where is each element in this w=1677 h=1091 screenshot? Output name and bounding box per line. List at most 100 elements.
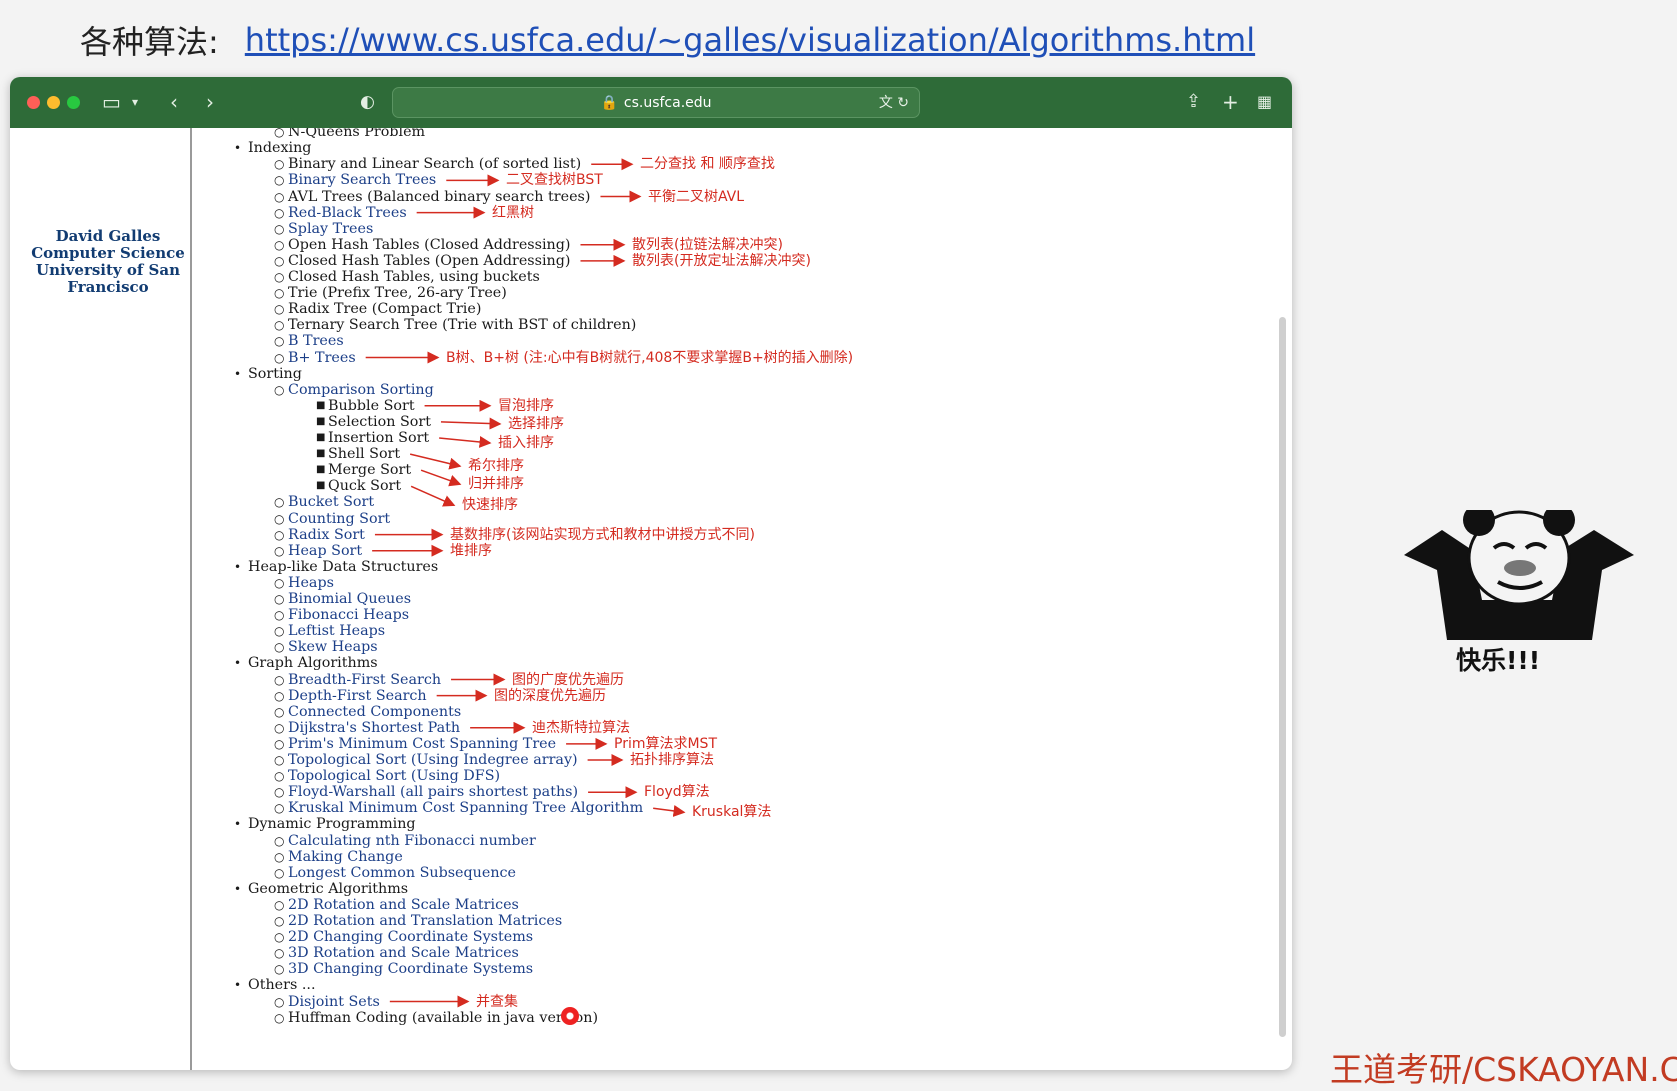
list-item-label: N-Queens Problem: [288, 128, 426, 141]
list-item-label[interactable]: 3D Rotation and Scale Matrices: [288, 945, 519, 961]
list-item[interactable]: ○ B+ Trees: [274, 350, 356, 366]
list-item[interactable]: ○ Skew Heaps: [274, 639, 378, 655]
list-item-label[interactable]: Calculating nth Fibonacci number: [288, 833, 536, 849]
list-item[interactable]: ○ Breadth-First Search: [274, 672, 441, 688]
section-heading: • Others ...: [234, 977, 316, 993]
section-heading: • Dynamic Programming: [234, 816, 416, 832]
list-item-label[interactable]: Skew Heaps: [288, 639, 378, 655]
address-bar[interactable]: 🔒 cs.usfca.edu 文 ↻: [392, 87, 920, 118]
list-item[interactable]: ○ 2D Rotation and Scale Matrices: [274, 897, 519, 913]
list-item-label[interactable]: Binomial Queues: [288, 591, 411, 607]
algorithms-url-link[interactable]: https://www.cs.usfca.edu/~galles/visuali…: [245, 21, 1255, 59]
bullet-icon: ○: [274, 173, 285, 188]
list-item[interactable]: ○ Red-Black Trees: [274, 205, 407, 221]
list-item-label[interactable]: Topological Sort (Using DFS): [288, 768, 500, 784]
list-item[interactable]: ○ Longest Common Subsequence: [274, 865, 516, 881]
list-item[interactable]: ○ B Trees: [274, 333, 344, 349]
shield-icon[interactable]: ◐: [360, 89, 375, 115]
new-tab-icon[interactable]: +: [1222, 89, 1239, 115]
list-item[interactable]: ○ Binary Search Trees: [274, 172, 436, 188]
list-item[interactable]: ○ Heap Sort: [274, 543, 362, 559]
list-item[interactable]: ○ Comparison Sorting: [274, 382, 434, 398]
list-item[interactable]: ○ Leftist Heaps: [274, 623, 385, 639]
list-item-label: Sorting: [248, 365, 302, 382]
list-item-label[interactable]: Leftist Heaps: [288, 623, 385, 639]
list-item[interactable]: ○ Connected Components: [274, 704, 461, 720]
sidebar-toggle-icon[interactable]: ▭: [102, 89, 121, 115]
list-item[interactable]: ○ Making Change: [274, 849, 403, 865]
minimize-light[interactable]: [47, 96, 60, 109]
maximize-light[interactable]: [67, 96, 80, 109]
scrollbar[interactable]: [1279, 317, 1286, 1037]
list-item[interactable]: ○ Heaps: [274, 575, 334, 591]
list-item-label[interactable]: Disjoint Sets: [288, 994, 380, 1010]
annotation-label: 插入排序: [498, 435, 554, 451]
share-icon[interactable]: ⇪: [1186, 89, 1201, 115]
list-item-label[interactable]: Counting Sort: [288, 511, 390, 527]
bullet-icon: ■: [316, 448, 326, 460]
list-item-label[interactable]: 2D Rotation and Scale Matrices: [288, 897, 519, 913]
list-item-label[interactable]: Comparison Sorting: [288, 382, 434, 398]
forward-icon[interactable]: ›: [206, 89, 214, 115]
translate-icon[interactable]: 文: [879, 95, 893, 111]
list-item-label[interactable]: B Trees: [288, 333, 344, 349]
list-item-label[interactable]: Longest Common Subsequence: [288, 865, 516, 881]
list-item-label[interactable]: 3D Changing Coordinate Systems: [288, 961, 533, 977]
list-item-label[interactable]: Kruskal Minimum Cost Spanning Tree Algor…: [288, 800, 643, 816]
list-item[interactable]: ○ Splay Trees: [274, 221, 373, 237]
list-item-label[interactable]: Depth-First Search: [288, 688, 427, 704]
reload-icon[interactable]: ↻: [897, 95, 909, 111]
list-item-label[interactable]: Dijkstra's Shortest Path: [288, 720, 460, 736]
list-item[interactable]: ○ Depth-First Search: [274, 688, 427, 704]
list-item-label[interactable]: Connected Components: [288, 704, 461, 720]
list-item[interactable]: ○ Topological Sort (Using Indegree array): [274, 752, 578, 768]
bullet-icon: ○: [274, 1010, 285, 1025]
list-item[interactable]: ○ 3D Rotation and Scale Matrices: [274, 945, 519, 961]
list-item[interactable]: ○ Topological Sort (Using DFS): [274, 768, 500, 784]
list-item-label[interactable]: 2D Rotation and Translation Matrices: [288, 913, 562, 929]
list-item[interactable]: ○ Bucket Sort: [274, 494, 374, 510]
list-item[interactable]: ○ Prim's Minimum Cost Spanning Tree: [274, 736, 556, 752]
list-item: ○ N-Queens Problem: [274, 128, 426, 141]
list-item-label[interactable]: Red-Black Trees: [288, 205, 407, 221]
chevron-down-icon[interactable]: ▾: [132, 89, 138, 115]
list-item[interactable]: ○ Fibonacci Heaps: [274, 607, 409, 623]
list-item-label[interactable]: Making Change: [288, 849, 403, 865]
list-item-label[interactable]: 2D Changing Coordinate Systems: [288, 929, 533, 945]
list-item-label[interactable]: Bucket Sort: [288, 494, 374, 510]
list-item: ○ Ternary Search Tree (Trie with BST of c…: [274, 317, 636, 333]
list-item[interactable]: ○ Binomial Queues: [274, 591, 411, 607]
close-light[interactable]: [27, 96, 40, 109]
list-item-label[interactable]: Binary Search Trees: [288, 172, 436, 188]
author-name[interactable]: David Galles Computer Science University…: [24, 228, 192, 296]
list-item-label[interactable]: Heaps: [288, 575, 334, 591]
back-icon[interactable]: ‹: [170, 89, 178, 115]
list-item-label: Indexing: [248, 140, 312, 157]
list-item[interactable]: ○ Floyd-Warshall (all pairs shortest path…: [274, 784, 578, 800]
list-item-label[interactable]: Breadth-First Search: [288, 672, 441, 688]
list-item-label[interactable]: Topological Sort (Using Indegree array): [288, 752, 578, 768]
list-item-label: Closed Hash Tables, using buckets: [288, 269, 540, 285]
list-item-label[interactable]: Floyd-Warshall (all pairs shortest paths…: [288, 784, 578, 800]
section-heading: • Sorting: [234, 365, 302, 382]
list-item[interactable]: ○ 2D Changing Coordinate Systems: [274, 929, 533, 945]
annotation-label: 拓扑排序算法: [630, 752, 714, 768]
list-item-label[interactable]: Radix Sort: [288, 527, 365, 543]
list-item[interactable]: ○ Radix Sort: [274, 527, 365, 543]
list-item[interactable]: ○ Calculating nth Fibonacci number: [274, 833, 536, 849]
list-item-label[interactable]: Heap Sort: [288, 543, 362, 559]
list-item-label[interactable]: B+ Trees: [288, 350, 356, 366]
list-item-label[interactable]: Fibonacci Heaps: [288, 607, 409, 623]
list-item[interactable]: ○ Disjoint Sets: [274, 994, 380, 1010]
list-item[interactable]: ○ 2D Rotation and Translation Matrices: [274, 913, 562, 929]
section-heading: • Heap-like Data Structures: [234, 559, 438, 575]
list-item-label[interactable]: Prim's Minimum Cost Spanning Tree: [288, 736, 556, 752]
list-item-label[interactable]: Splay Trees: [288, 221, 373, 237]
list-item[interactable]: ○ Kruskal Minimum Cost Spanning Tree Algo…: [274, 800, 643, 816]
bullet-icon: ○: [274, 897, 285, 912]
list-item[interactable]: ○ Counting Sort: [274, 511, 390, 527]
bullet-icon: •: [234, 141, 242, 156]
list-item[interactable]: ○ Dijkstra's Shortest Path: [274, 720, 460, 736]
tab-overview-icon[interactable]: ▦: [1257, 89, 1272, 115]
list-item[interactable]: ○ 3D Changing Coordinate Systems: [274, 961, 533, 977]
